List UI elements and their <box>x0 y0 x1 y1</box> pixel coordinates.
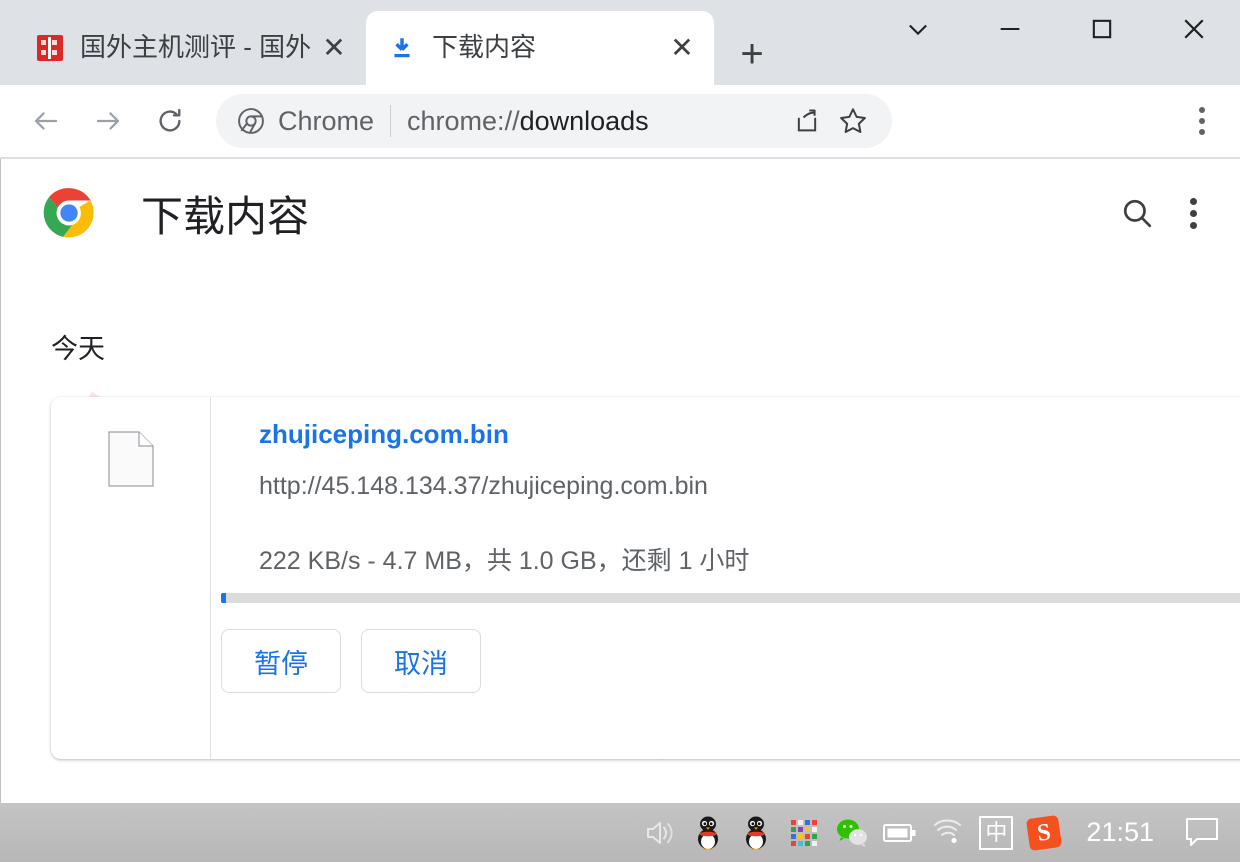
back-arrow-icon[interactable] <box>22 97 70 145</box>
browser-window: 国外主机测评 - 国外 ✕ 下载内容 ✕ + Chrome chrome://d… <box>0 0 1240 803</box>
minimize-button[interactable] <box>964 0 1056 58</box>
ime-label: 中 <box>979 815 1014 850</box>
volume-icon[interactable] <box>636 811 684 855</box>
dot <box>1199 129 1205 135</box>
forward-arrow-icon[interactable] <box>84 97 132 145</box>
cancel-button[interactable]: 取消 <box>361 629 481 693</box>
taskbar-clock[interactable]: 21:51 <box>1068 817 1172 848</box>
dot <box>1189 197 1197 205</box>
tab-title: 下载内容 <box>432 32 537 63</box>
chrome-logo-icon <box>238 108 264 134</box>
download-item-card: zhujiceping.com.bin http://45.148.134.37… <box>51 397 1240 759</box>
address-bar[interactable]: Chrome chrome://downloads <box>216 94 892 148</box>
windows-taskbar: 中 S 21:51 <box>0 803 1240 862</box>
tab-close-button[interactable]: ✕ <box>668 34 696 62</box>
file-icon-column <box>51 397 211 759</box>
dot <box>1189 221 1197 229</box>
tab-title: 国外主机测评 - 国外 <box>80 32 312 63</box>
new-tab-button[interactable]: + <box>728 30 776 78</box>
maximize-button[interactable] <box>1056 0 1148 58</box>
dot <box>1199 118 1205 124</box>
download-status-text: 222 KB/s - 4.7 MB，共 1.0 GB，还剩 1 小时 <box>259 547 750 575</box>
wechat-icon[interactable] <box>828 811 876 855</box>
color-grid-icon[interactable] <box>780 811 828 855</box>
date-group-heading: 今天 <box>51 334 105 364</box>
page-title: 下载内容 <box>141 192 310 240</box>
tab-search-button[interactable] <box>872 0 964 58</box>
sogou-icon[interactable]: S <box>1020 811 1068 855</box>
search-icon[interactable] <box>1109 185 1165 241</box>
tab-downloads[interactable]: 下载内容 ✕ <box>366 11 714 85</box>
pause-button[interactable]: 暂停 <box>221 629 341 693</box>
download-actions: 暂停 取消 <box>221 629 481 693</box>
omnibox-divider <box>390 105 392 137</box>
downloads-page: zhujiceping.com 下载内容 <box>0 159 1240 803</box>
system-tray: 中 S 21:51 <box>636 811 1240 855</box>
reload-icon[interactable] <box>146 97 194 145</box>
file-name-link[interactable]: zhujiceping.com.bin <box>259 419 509 450</box>
dot <box>1199 107 1205 113</box>
omnibox-url: chrome://downloads <box>407 106 649 137</box>
close-button[interactable] <box>1148 0 1240 58</box>
download-progress-bar <box>221 593 1240 603</box>
notification-icon[interactable] <box>1172 811 1232 855</box>
browser-toolbar: Chrome chrome://downloads <box>0 85 1240 158</box>
downloads-header: 下载内容 <box>1 159 1240 267</box>
star-icon[interactable] <box>830 98 876 144</box>
wifi-icon[interactable] <box>924 811 972 855</box>
tab-strip: 国外主机测评 - 国外 ✕ 下载内容 ✕ + <box>0 0 1240 85</box>
tab-close-button[interactable]: ✕ <box>320 34 348 62</box>
sogou-label: S <box>1026 814 1063 851</box>
url-path: downloads <box>519 105 649 136</box>
window-controls <box>872 0 1240 58</box>
url-scheme: chrome:// <box>407 105 520 136</box>
qq-icon[interactable] <box>684 811 732 855</box>
omnibox-chrome-label: Chrome <box>278 105 375 136</box>
red-square-favicon <box>36 34 64 62</box>
battery-icon[interactable] <box>876 811 924 855</box>
downloads-menu-button[interactable] <box>1165 185 1221 241</box>
download-progress-fill <box>221 593 226 603</box>
chrome-logo-icon <box>43 188 94 238</box>
tab-inactive-site[interactable]: 国外主机测评 - 国外 ✕ <box>14 11 366 85</box>
qq-icon-2[interactable] <box>732 811 780 855</box>
dot <box>1189 209 1197 217</box>
download-arrow-icon <box>388 34 416 62</box>
ime-chinese-icon[interactable]: 中 <box>972 811 1020 855</box>
download-details: zhujiceping.com.bin http://45.148.134.37… <box>211 397 1240 759</box>
generic-file-icon <box>107 431 154 487</box>
file-source-url: http://45.148.134.37/zhujiceping.com.bin <box>259 472 708 500</box>
browser-menu-button[interactable] <box>1178 97 1226 145</box>
share-icon[interactable] <box>784 98 830 144</box>
